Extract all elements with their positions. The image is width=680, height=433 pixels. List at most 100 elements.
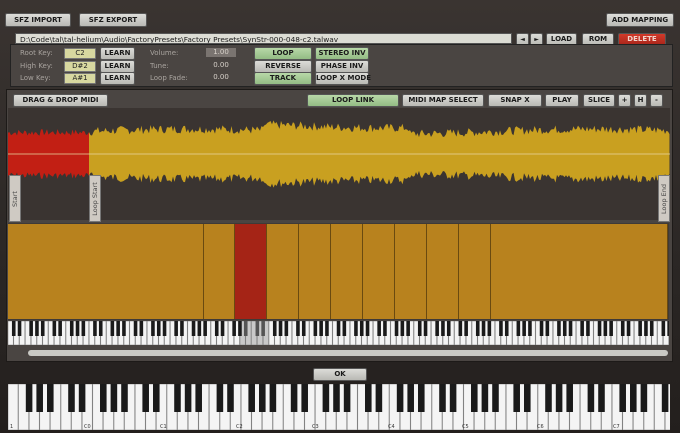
key-zone[interactable]: [204, 224, 235, 319]
black-key[interactable]: [423, 321, 428, 336]
black-key[interactable]: [25, 384, 33, 412]
black-key[interactable]: [557, 321, 561, 336]
black-key[interactable]: [609, 321, 613, 336]
loop-toggle[interactable]: LOOP: [254, 47, 312, 60]
black-key[interactable]: [116, 321, 120, 336]
add-mapping-button[interactable]: ADD MAPPING: [606, 13, 674, 27]
black-key[interactable]: [342, 321, 347, 336]
black-key[interactable]: [81, 321, 86, 336]
black-key[interactable]: [313, 321, 318, 336]
black-key[interactable]: [184, 384, 192, 412]
black-key[interactable]: [319, 321, 323, 336]
black-key[interactable]: [516, 321, 521, 336]
black-key[interactable]: [649, 321, 654, 336]
black-key[interactable]: [644, 321, 648, 336]
black-key[interactable]: [278, 321, 283, 336]
black-key[interactable]: [449, 384, 457, 412]
low-key-value[interactable]: A#1: [64, 73, 96, 84]
black-key[interactable]: [580, 321, 584, 336]
black-key[interactable]: [29, 321, 33, 336]
black-key[interactable]: [69, 321, 74, 336]
black-key[interactable]: [110, 384, 118, 412]
black-key[interactable]: [377, 321, 381, 336]
black-key[interactable]: [359, 321, 364, 336]
black-key[interactable]: [435, 321, 439, 336]
root-key-value[interactable]: C2: [64, 48, 96, 59]
black-key[interactable]: [191, 321, 196, 336]
black-key[interactable]: [197, 321, 202, 336]
drag-drop-midi-button[interactable]: DRAG & DROP MIDI: [13, 94, 108, 107]
black-key[interactable]: [441, 321, 445, 336]
zoom-out-horizontal-button[interactable]: -: [650, 94, 663, 107]
black-key[interactable]: [259, 384, 266, 412]
black-key[interactable]: [290, 384, 298, 412]
black-key[interactable]: [481, 321, 486, 336]
black-key[interactable]: [418, 384, 425, 412]
black-key[interactable]: [333, 384, 340, 412]
black-key[interactable]: [394, 321, 399, 336]
black-key[interactable]: [47, 384, 54, 412]
mapping-keyboard[interactable]: [8, 321, 669, 345]
black-key[interactable]: [620, 321, 625, 336]
black-key[interactable]: [269, 384, 277, 412]
black-key[interactable]: [539, 321, 544, 336]
black-key[interactable]: [336, 321, 341, 336]
snap-x-button[interactable]: SNAP X: [488, 94, 542, 107]
black-key[interactable]: [630, 384, 637, 412]
black-key[interactable]: [110, 321, 115, 336]
start-marker[interactable]: Start: [9, 175, 21, 222]
black-key[interactable]: [139, 321, 144, 336]
key-zone[interactable]: [459, 224, 491, 319]
key-zone[interactable]: [363, 224, 395, 319]
black-key[interactable]: [406, 321, 410, 336]
loop-start-marker[interactable]: Loop Start: [89, 175, 101, 222]
black-key[interactable]: [17, 321, 22, 336]
black-key[interactable]: [524, 384, 531, 412]
key-zone[interactable]: [299, 224, 331, 319]
root-key-learn-button[interactable]: LEARN: [100, 47, 135, 60]
key-zone[interactable]: [427, 224, 459, 319]
black-key[interactable]: [58, 321, 62, 336]
black-key[interactable]: [626, 321, 631, 336]
black-key[interactable]: [640, 384, 648, 412]
black-key[interactable]: [481, 384, 489, 412]
ok-button[interactable]: OK: [313, 368, 367, 381]
black-key[interactable]: [597, 321, 602, 336]
black-key[interactable]: [439, 384, 446, 412]
horizontal-scrollbar[interactable]: [28, 350, 668, 356]
black-key[interactable]: [598, 384, 605, 412]
black-key[interactable]: [98, 321, 103, 336]
black-key[interactable]: [100, 384, 107, 412]
black-key[interactable]: [343, 384, 351, 412]
midi-map-select-button[interactable]: MIDI MAP SELECT: [402, 94, 484, 107]
black-key[interactable]: [255, 321, 260, 336]
black-key[interactable]: [638, 321, 642, 336]
black-key[interactable]: [661, 384, 669, 412]
black-key[interactable]: [174, 384, 181, 412]
black-key[interactable]: [568, 321, 573, 336]
black-key[interactable]: [11, 321, 16, 336]
black-key[interactable]: [151, 321, 155, 336]
black-key[interactable]: [458, 321, 463, 336]
black-key[interactable]: [562, 321, 567, 336]
high-key-value[interactable]: D#2: [64, 61, 96, 72]
black-key[interactable]: [133, 321, 138, 336]
sfz-import-button[interactable]: SFZ IMPORT: [5, 13, 71, 27]
black-key[interactable]: [475, 321, 480, 336]
black-key[interactable]: [513, 384, 520, 412]
black-key[interactable]: [365, 321, 370, 336]
black-key[interactable]: [522, 321, 526, 336]
black-key[interactable]: [545, 321, 550, 336]
black-key[interactable]: [40, 321, 45, 336]
black-key[interactable]: [238, 321, 242, 336]
piano-keyboard[interactable]: 1 C0 C1 C2 C3 C4 C5 C6 C7: [8, 384, 670, 430]
black-key[interactable]: [296, 321, 300, 336]
black-key[interactable]: [162, 321, 167, 336]
black-key[interactable]: [35, 321, 39, 336]
black-key[interactable]: [75, 321, 80, 336]
black-key[interactable]: [492, 384, 499, 412]
black-key[interactable]: [36, 384, 43, 412]
key-zone-selected[interactable]: [235, 224, 267, 319]
black-key[interactable]: [78, 384, 86, 412]
volume-value[interactable]: 1.00: [206, 48, 236, 57]
